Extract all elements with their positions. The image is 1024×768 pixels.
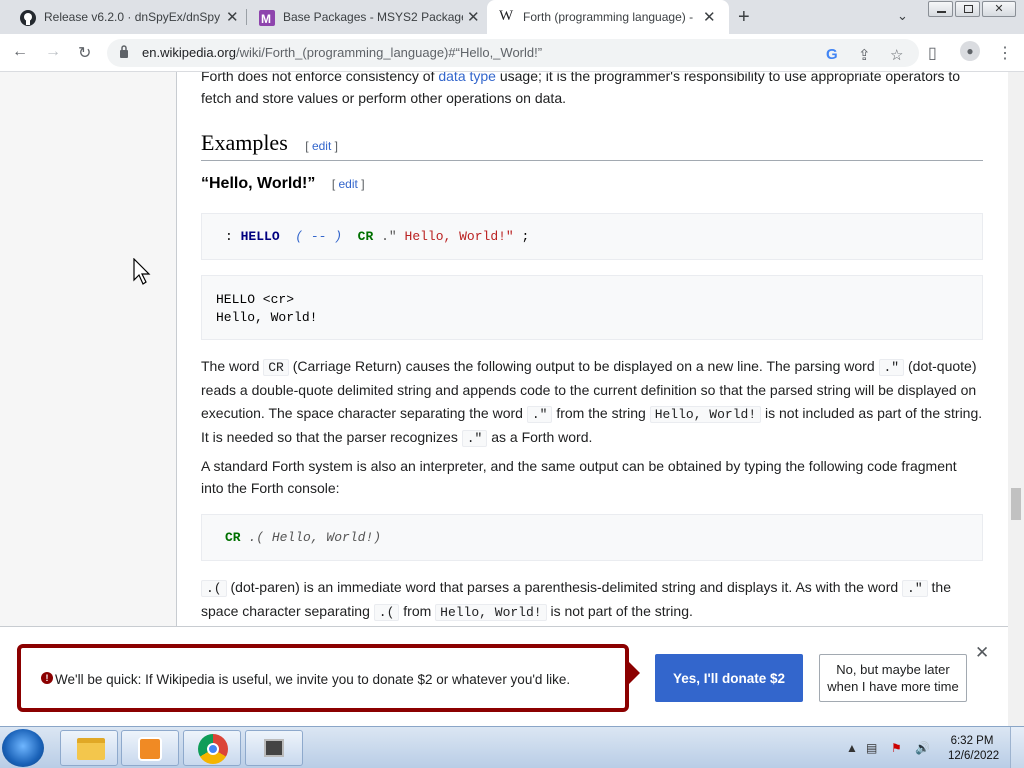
tab-title: Release v6.2.0 · dnSpyEx/dnSpy · <box>44 10 224 24</box>
minimize-button[interactable] <box>928 1 953 17</box>
chrome-icon <box>198 734 228 764</box>
tab-strip: Release v6.2.0 · dnSpyEx/dnSpy · ✕ M Bas… <box>0 0 1024 34</box>
start-button[interactable] <box>2 729 44 767</box>
close-window-button[interactable]: ✕ <box>982 1 1016 17</box>
svg-text:M: M <box>261 12 271 26</box>
system-clock[interactable]: 6:32 PM 12/6/2022 <box>948 734 999 764</box>
github-icon <box>20 10 36 26</box>
windows-stack-icon <box>264 739 284 757</box>
tab-forth[interactable]: W Forth (programming language) - ✕ <box>487 0 729 34</box>
banner-message-box: ! We'll be quick: If Wikipedia is useful… <box>17 644 629 712</box>
google-icon[interactable]: G <box>826 46 838 63</box>
media-player-icon <box>138 737 162 761</box>
banner-arrow <box>628 661 640 685</box>
tab-title: Forth (programming language) - <box>523 10 693 24</box>
intro-paragraph: Forth does not enforce consistency of da… <box>201 72 983 109</box>
mouse-cursor <box>133 258 151 285</box>
menu-icon[interactable]: ⋮ <box>997 43 1013 63</box>
tab-dnspy[interactable]: Release v6.2.0 · dnSpyEx/dnSpy · ✕ <box>0 0 246 34</box>
subsection-heading-hello-world: “Hello, World!” [ edit ] <box>201 175 365 192</box>
maybe-later-button[interactable]: No, but maybe later when I have more tim… <box>819 654 967 702</box>
action-center-icon[interactable]: ⚑ <box>891 741 902 755</box>
taskbar: ▲ ▤ ⚑ 🔊 6:32 PM 12/6/2022 <box>0 726 1024 768</box>
info-icon: ! <box>41 672 53 684</box>
close-icon[interactable]: ✕ <box>226 8 239 26</box>
output-block: HELLO <cr> Hello, World! <box>201 275 983 340</box>
tab-msys2[interactable]: M Base Packages - MSYS2 Packages ✕ <box>247 0 487 34</box>
profile-icon[interactable]: ● <box>960 41 980 61</box>
scrollbar-thumb[interactable] <box>1011 488 1021 520</box>
paragraph-interpreter: A standard Forth system is also an inter… <box>201 458 957 496</box>
wikipedia-icon: W <box>499 8 514 24</box>
edit-section-link[interactable]: [ edit ] <box>305 139 338 153</box>
lock-icon <box>120 45 128 58</box>
reload-icon[interactable]: ↻ <box>78 43 91 63</box>
chrome-taskbar-button[interactable] <box>183 730 241 766</box>
chevron-down-icon[interactable]: ⌄ <box>897 8 908 24</box>
volume-icon[interactable]: 🔊 <box>915 741 930 755</box>
tray-expand-icon[interactable]: ▲ <box>846 741 858 755</box>
media-player-taskbar-button[interactable] <box>121 730 179 766</box>
network-icon[interactable]: ▤ <box>866 741 877 755</box>
donate-button[interactable]: Yes, I'll donate $2 <box>655 654 803 702</box>
share-icon[interactable]: ⇪ <box>858 46 871 64</box>
explorer-taskbar-button[interactable] <box>60 730 118 766</box>
forward-icon[interactable]: → <box>45 43 61 61</box>
section-heading-examples: Examples [ edit ] <box>201 130 983 161</box>
folder-icon <box>77 738 105 760</box>
navigation-bar: ← → ↻ en.wikipedia.org/wiki/Forth_(progr… <box>0 34 1024 72</box>
restore-button[interactable] <box>955 1 980 17</box>
url-text: en.wikipedia.org/wiki/Forth_(programming… <box>142 45 543 60</box>
banner-message: We'll be quick: If Wikipedia is useful, … <box>55 672 571 687</box>
paragraph-dot-paren: .( (dot-paren) is an immediate word that… <box>201 579 952 621</box>
back-icon[interactable]: ← <box>12 43 28 61</box>
show-desktop-button[interactable] <box>1010 727 1024 768</box>
page-scrollbar[interactable] <box>1008 72 1024 726</box>
sidebar-icon[interactable]: ▯ <box>928 43 937 63</box>
window-switcher-taskbar-button[interactable] <box>245 730 303 766</box>
close-icon[interactable]: ✕ <box>975 643 989 663</box>
msys2-icon: M <box>259 10 275 26</box>
tab-title: Base Packages - MSYS2 Packages <box>283 10 463 24</box>
donation-banner: ! We'll be quick: If Wikipedia is useful… <box>0 626 1008 726</box>
address-bar[interactable]: en.wikipedia.org/wiki/Forth_(programming… <box>107 39 919 67</box>
close-icon[interactable]: ✕ <box>703 8 716 26</box>
code-block-hello: : HELLO ( -- ) CR ." Hello, World!" ; <box>201 213 983 260</box>
wiki-page: Forth does not enforce consistency of da… <box>0 72 1008 626</box>
edit-subsection-link[interactable]: [ edit ] <box>332 177 365 191</box>
data-type-link[interactable]: data type <box>438 72 496 84</box>
star-icon[interactable]: ☆ <box>890 46 903 64</box>
paragraph-cr-explanation: The word CR (Carriage Return) causes the… <box>201 358 983 447</box>
wiki-sidebar <box>0 72 177 626</box>
close-icon[interactable]: ✕ <box>467 8 480 26</box>
new-tab-button[interactable]: + <box>738 6 750 29</box>
code-block-console: CR .( Hello, World!) <box>201 514 983 561</box>
